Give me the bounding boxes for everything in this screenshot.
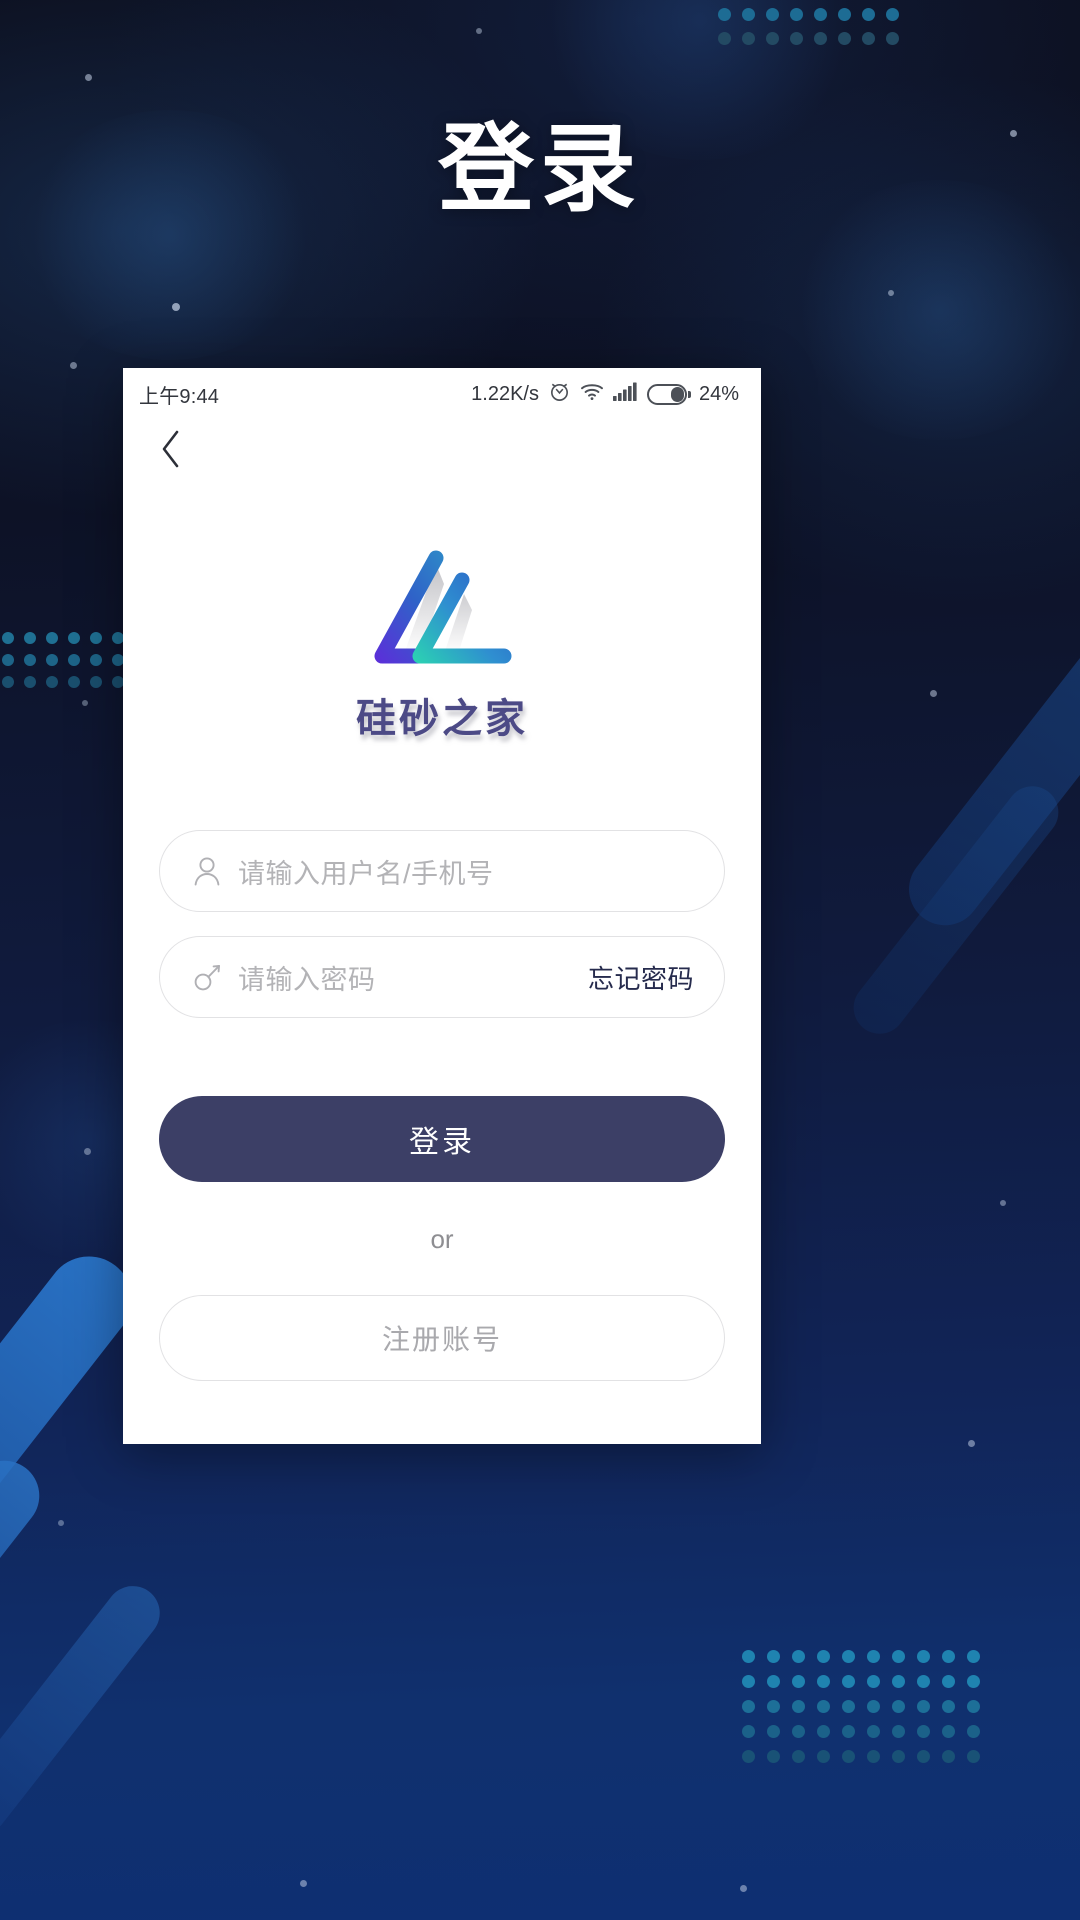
- sparkle-dot: [968, 1440, 975, 1447]
- sparkle-dot: [70, 362, 77, 369]
- username-placeholder: 请输入用户名/手机号: [238, 858, 494, 889]
- decorative-ribbon: [843, 775, 1069, 1045]
- wifi-icon: [580, 382, 604, 407]
- battery-percent-text: 24%: [698, 382, 739, 405]
- dot-pattern: [718, 8, 910, 56]
- sparkle-dot: [84, 1148, 91, 1155]
- password-input[interactable]: 请输入密码 忘记密码: [159, 936, 725, 1018]
- sparkle-dot: [740, 1885, 747, 1892]
- phone-screenshot-card: 上午9:44 1.22K/s 24% 硅砂之家 请输入用户名/手机号 请输入密码…: [123, 368, 761, 1444]
- app-background: 登录 上午9:44 1.22K/s 24% 硅砂之家 请输入用户名/手机号 请输…: [0, 0, 1080, 1920]
- back-button[interactable]: [149, 429, 193, 473]
- network-speed-text: 1.22K/s: [471, 382, 539, 405]
- sparkle-dot: [888, 290, 894, 296]
- status-clock: 上午9:44: [139, 385, 220, 408]
- sparkle-dot: [85, 74, 92, 81]
- sparkle-dot: [1000, 1200, 1006, 1206]
- dot-pattern: [2, 632, 134, 698]
- cellular-signal-icon: [612, 382, 638, 407]
- decorative-ribbon: [894, 580, 1080, 940]
- login-form: 请输入用户名/手机号 请输入密码 忘记密码 登录 or 注册账号: [123, 830, 761, 1381]
- sparkle-dot: [172, 303, 180, 311]
- username-input[interactable]: 请输入用户名/手机号: [159, 830, 725, 912]
- chevron-left-icon: [158, 428, 184, 475]
- triangle-logo-icon: [366, 536, 518, 672]
- login-button[interactable]: 登录: [159, 1096, 725, 1182]
- user-icon: [190, 854, 224, 888]
- sparkle-dot: [930, 690, 937, 697]
- battery-icon: [646, 383, 691, 405]
- register-button[interactable]: 注册账号: [159, 1295, 725, 1381]
- status-icons-group: 1.22K/s 24%: [471, 380, 739, 409]
- sparkle-dot: [82, 700, 88, 706]
- sparkle-dot: [58, 1520, 64, 1526]
- password-placeholder: 请输入密码: [238, 964, 376, 995]
- brand-name: 硅砂之家: [356, 697, 528, 741]
- decorative-ribbon: [0, 1446, 54, 1774]
- forgot-password-link[interactable]: 忘记密码: [588, 959, 694, 996]
- nav-bar: [123, 420, 761, 482]
- decorative-ribbon: [0, 1575, 171, 1845]
- sparkle-dot: [300, 1880, 307, 1887]
- page-title: 登录: [438, 116, 642, 223]
- brand-block: 硅砂之家: [123, 536, 761, 744]
- or-separator-label: or: [430, 1224, 454, 1254]
- dot-pattern: [742, 1650, 992, 1775]
- key-icon: [190, 960, 224, 994]
- alarm-clock-icon: [548, 380, 571, 409]
- status-bar: 上午9:44 1.22K/s 24%: [123, 368, 761, 420]
- sparkle-dot: [476, 28, 482, 34]
